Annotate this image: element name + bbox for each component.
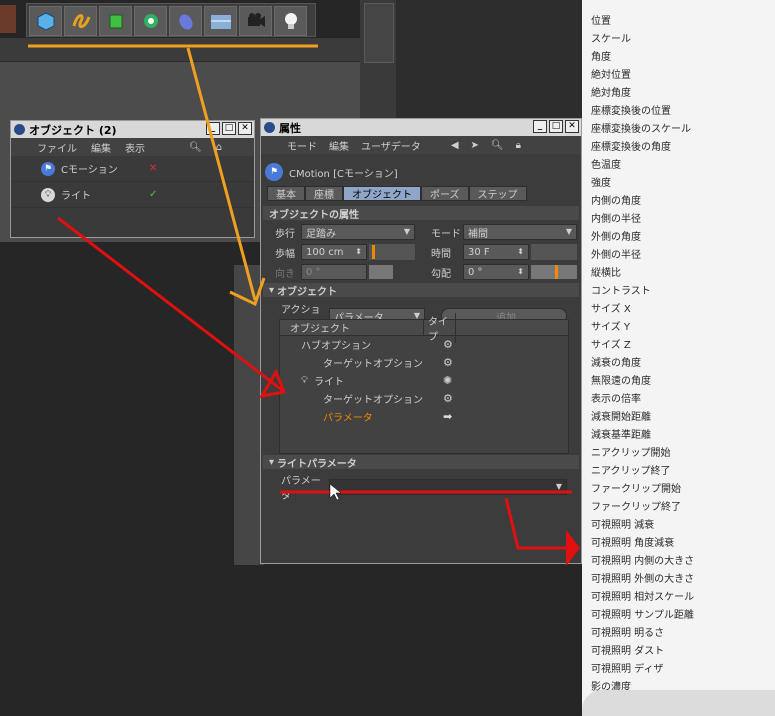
red-arrow [57, 216, 283, 392]
red-elbow-arrow [504, 497, 574, 550]
red-elbow-arrowhead [566, 530, 580, 566]
orange-arrow [186, 47, 257, 301]
mouse-cursor-icon [329, 483, 342, 501]
orange-arrowhead [229, 277, 266, 307]
annotation-overlay [28, 44, 580, 566]
